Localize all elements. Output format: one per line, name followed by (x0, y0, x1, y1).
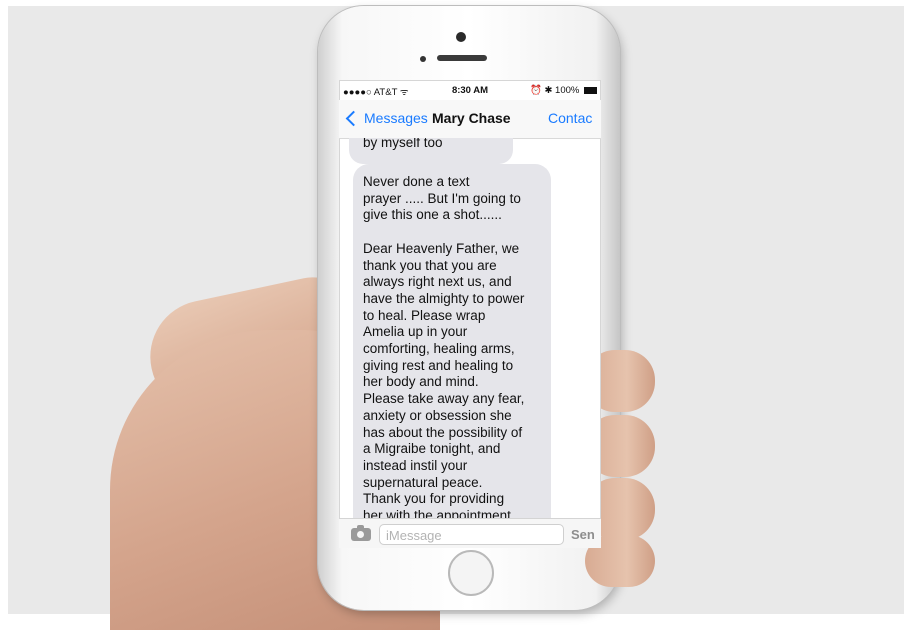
message-line: a Migraibe tonight, and (363, 441, 501, 457)
message-line: Dear Heavenly Father, we (363, 240, 520, 256)
message-line: comforting, healing arms, (363, 341, 515, 357)
message-line: to heal. Please wrap (363, 307, 486, 323)
back-to-messages-button[interactable]: Messages (345, 110, 428, 126)
message-thread[interactable]: by myself too Never done a text prayer .… (339, 138, 601, 518)
message-line: her body and mind. (363, 374, 479, 390)
message-line: have the almighty to power (363, 290, 525, 306)
received-message-bubble: Never done a text prayer ..... But I'm g… (353, 164, 551, 518)
previous-message-text: by myself too (363, 138, 443, 150)
message-line: Never done a text (363, 174, 470, 189)
home-button[interactable] (448, 550, 494, 596)
message-line: instead instil your (363, 457, 468, 473)
message-line: give this one a shot...... (363, 207, 502, 223)
earpiece-speaker (437, 55, 487, 61)
message-line: prayer ..... But I'm going to (363, 190, 521, 206)
phone-screen: ●●●●○ AT&T ᯤ 8:30 AM ⏰ ✱ 100% Messages M… (339, 80, 601, 548)
send-button[interactable]: Sen (571, 527, 595, 542)
message-line (363, 224, 543, 241)
imessage-input[interactable]: iMessage (379, 524, 564, 545)
battery-icon (584, 86, 597, 94)
previous-message-bubble: by myself too (349, 138, 513, 164)
message-line: Amelia up in your (363, 324, 468, 340)
message-line: Thank you for providing (363, 491, 505, 507)
conversation-title: Mary Chase (432, 110, 511, 126)
message-line: giving rest and healing to (363, 357, 514, 373)
message-line: her with the appointment (363, 508, 511, 518)
message-line: has about the possibility of (363, 424, 523, 440)
sensor-icon (420, 56, 426, 62)
back-label: Messages (364, 110, 428, 126)
contact-button[interactable]: Contac (548, 110, 592, 126)
front-camera-icon (456, 32, 466, 42)
compose-bar: iMessage Sen (339, 518, 601, 548)
message-line: thank you that you are (363, 257, 497, 273)
message-line: always right next us, and (363, 274, 512, 290)
camera-icon[interactable] (351, 525, 371, 541)
navigation-bar: Messages Mary Chase Contac (339, 100, 601, 139)
status-right: ⏰ ✱ 100% (530, 85, 597, 96)
message-line: anxiety or obsession she (363, 407, 512, 423)
chevron-left-icon (345, 110, 362, 126)
message-line: Please take away any fear, (363, 391, 525, 407)
message-line: supernatural peace. (363, 474, 483, 490)
status-bar: ●●●●○ AT&T ᯤ 8:30 AM ⏰ ✱ 100% (339, 80, 601, 100)
status-icons: ⏰ ✱ 100% (529, 85, 580, 96)
